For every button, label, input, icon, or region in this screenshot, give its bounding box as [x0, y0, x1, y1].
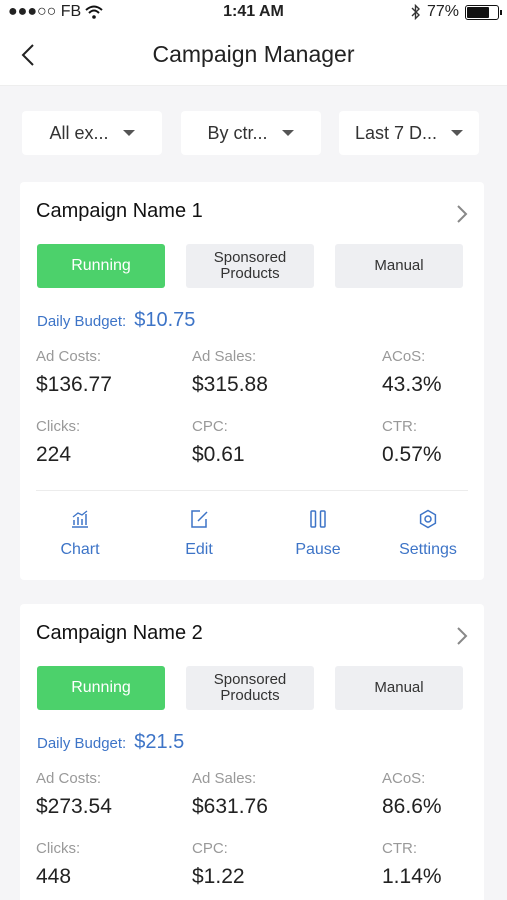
daily-budget-value: $21.5: [134, 731, 185, 753]
metric-acos: ACoS: 86.6%: [382, 770, 442, 819]
campaign-name: Campaign Name 1: [36, 200, 203, 222]
page-title: Campaign Manager: [152, 41, 355, 67]
filter-dropdown-sort[interactable]: By ctr...: [180, 111, 321, 155]
metric-clicks: Clicks: 448: [36, 840, 80, 889]
nav-bar: Campaign Manager: [0, 26, 507, 86]
metric-label: Ad Sales:: [192, 770, 257, 787]
caret-down-icon: [451, 130, 464, 136]
daily-budget-label: Daily Budget:: [37, 735, 127, 752]
caret-down-icon: [281, 130, 294, 136]
metric-value: 0.57%: [382, 443, 442, 466]
status-badge: Running: [37, 244, 165, 288]
targeting-badge: Manual: [335, 666, 463, 710]
settings-button[interactable]: Settings: [378, 508, 478, 559]
metric-value: $0.61: [192, 443, 245, 466]
metrics-grid: Ad Costs: $273.54 Ad Sales: $631.76 ACoS…: [36, 770, 466, 900]
filter-label: By ctr...: [207, 122, 268, 143]
battery-percent: 77%: [426, 3, 459, 20]
filter-label: Last 7 D...: [354, 122, 438, 143]
chevron-right-icon[interactable]: [454, 624, 470, 648]
metric-ctr: CTR: 0.57%: [382, 418, 442, 467]
metric-ctr: CTR: 1.14%: [382, 840, 442, 889]
daily-budget-value: $10.75: [134, 309, 196, 331]
metric-label: Ad Costs:: [36, 770, 102, 787]
chart-label: Chart: [60, 541, 100, 558]
metrics-grid: Ad Costs: $136.77 Ad Sales: $315.88 ACoS…: [36, 348, 466, 488]
campaign-type-badge: Sponsored Products: [186, 244, 314, 288]
bar-chart-icon: [72, 510, 88, 528]
metric-label: CTR:: [382, 418, 417, 435]
metric-value: $136.77: [36, 373, 112, 396]
metric-value: 43.3%: [382, 373, 442, 396]
metric-value: 224: [36, 443, 72, 466]
metric-label: Clicks:: [36, 418, 81, 435]
metric-value: 448: [36, 865, 72, 888]
metric-acos: ACoS: 43.3%: [382, 348, 442, 397]
campaign-tags: Running Sponsored Products Manual: [37, 244, 463, 288]
metric-label: CPC:: [192, 840, 228, 857]
edit-label: Edit: [185, 541, 213, 558]
daily-budget-label: Daily Budget:: [37, 313, 127, 330]
metric-ad-costs: Ad Costs: $273.54: [36, 770, 112, 819]
chevron-right-icon[interactable]: [454, 202, 470, 226]
battery-icon: [465, 4, 502, 20]
metric-value: $273.54: [36, 795, 112, 818]
caret-down-icon: [122, 130, 135, 136]
status-badge: Running: [37, 666, 165, 710]
metric-value: $631.76: [192, 795, 268, 818]
metric-cpc: CPC: $0.61: [192, 418, 245, 467]
filter-dropdown-scope[interactable]: All ex...: [22, 111, 162, 155]
metric-value: 86.6%: [382, 795, 442, 818]
filter-bar: All ex... By ctr... Last 7 D...: [22, 111, 479, 155]
chart-button[interactable]: Chart: [30, 508, 130, 559]
targeting-badge: Manual: [335, 244, 463, 288]
metric-label: Ad Sales:: [192, 348, 257, 365]
campaign-tags: Running Sponsored Products Manual: [37, 666, 463, 710]
campaign-type-badge: Sponsored Products: [186, 666, 314, 710]
metric-label: ACoS:: [382, 770, 426, 787]
metric-label: CPC:: [192, 418, 228, 435]
metric-label: Clicks:: [36, 840, 81, 857]
campaign-card[interactable]: Campaign Name 1 Running Sponsored Produc…: [20, 182, 484, 580]
metric-value: $315.88: [192, 373, 268, 396]
metric-value: 1.14%: [382, 865, 442, 888]
filter-dropdown-date-range[interactable]: Last 7 D...: [339, 111, 479, 155]
divider: [36, 490, 468, 491]
bluetooth-icon: [411, 4, 420, 20]
edit-icon: [191, 510, 208, 528]
metric-clicks: Clicks: 224: [36, 418, 80, 467]
metric-ad-sales: Ad Sales: $315.88: [192, 348, 268, 397]
metric-label: Ad Costs:: [36, 348, 102, 365]
daily-budget: Daily Budget: $10.75: [37, 309, 195, 332]
metric-ad-costs: Ad Costs: $136.77: [36, 348, 112, 397]
metric-cpc: CPC: $1.22: [192, 840, 245, 889]
pause-icon: [310, 510, 326, 528]
filter-label: All ex...: [49, 122, 109, 143]
status-right: 77%: [411, 3, 502, 21]
campaign-card[interactable]: Campaign Name 2 Running Sponsored Produc…: [20, 604, 484, 900]
gear-icon: [419, 509, 437, 529]
settings-label: Settings: [399, 541, 457, 558]
metric-label: CTR:: [382, 840, 417, 857]
daily-budget: Daily Budget: $21.5: [37, 731, 184, 754]
metric-ad-sales: Ad Sales: $631.76: [192, 770, 268, 819]
edit-button[interactable]: Edit: [149, 508, 249, 559]
pause-label: Pause: [295, 541, 341, 558]
pause-button[interactable]: Pause: [268, 508, 368, 559]
action-bar: Chart Edit Pause Settings: [20, 508, 484, 568]
metric-label: ACoS:: [382, 348, 426, 365]
metric-value: $1.22: [192, 865, 245, 888]
status-bar: ●●●○○ FB 1:41 AM 77%: [0, 0, 507, 26]
campaign-name: Campaign Name 2: [36, 622, 203, 644]
